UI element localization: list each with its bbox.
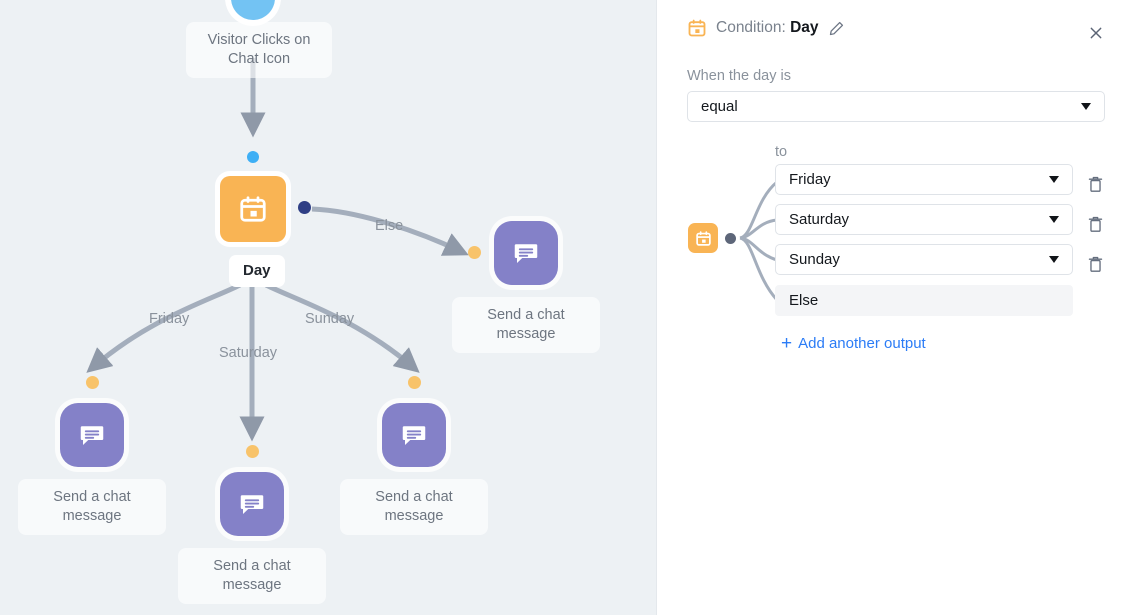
action-node-icon-else[interactable] xyxy=(494,221,558,285)
trash-icon xyxy=(1088,256,1102,272)
action-input-port-else[interactable] xyxy=(468,246,481,259)
else-output-field: Else xyxy=(775,285,1073,316)
output-select-value-0: Friday xyxy=(789,171,831,188)
action-node-icon-saturday[interactable] xyxy=(220,472,284,536)
edge-label-friday: Friday xyxy=(149,311,190,327)
calendar-icon xyxy=(688,19,706,37)
action-input-port-sunday[interactable] xyxy=(408,376,421,389)
trash-icon xyxy=(1088,216,1102,232)
add-another-output-button[interactable]: + Add another output xyxy=(781,333,926,354)
operator-select[interactable]: equal xyxy=(687,91,1105,122)
chat-message-icon xyxy=(402,426,426,445)
condition-node-label: Day xyxy=(229,255,285,287)
delete-output-button-2[interactable] xyxy=(1084,251,1106,277)
chat-message-icon xyxy=(240,495,264,514)
chevron-down-icon xyxy=(1081,103,1091,110)
condition-settings-panel: Condition: Day When the day is equal to xyxy=(656,0,1135,615)
action-node-caption-friday: Send a chat message xyxy=(18,479,166,535)
plus-icon: + xyxy=(781,333,793,354)
condition-output-port[interactable] xyxy=(298,201,311,214)
action-input-port-friday[interactable] xyxy=(86,376,99,389)
chevron-down-icon xyxy=(1049,256,1059,263)
panel-header: Condition: Day xyxy=(687,18,845,38)
panel-title-prefix: Condition: xyxy=(716,19,786,36)
panel-branch-port xyxy=(725,233,736,244)
panel-title: Condition: Day xyxy=(716,19,819,37)
edge-label-sunday: Sunday xyxy=(305,311,355,327)
chevron-down-icon xyxy=(1049,216,1059,223)
chevron-down-icon xyxy=(1049,176,1059,183)
calendar-icon xyxy=(695,230,711,246)
action-node-icon-friday[interactable] xyxy=(60,403,124,467)
action-node-caption-saturday: Send a chat message xyxy=(178,548,326,604)
chat-message-icon xyxy=(80,426,104,445)
action-node-caption-else: Send a chat message xyxy=(452,297,600,353)
panel-title-name: Day xyxy=(790,19,819,36)
operator-select-value: equal xyxy=(701,98,738,115)
edge-label-else: Else xyxy=(375,218,404,234)
pencil-icon xyxy=(829,21,843,35)
output-select-value-2: Sunday xyxy=(789,251,840,268)
flow-builder-app: Visitor Clicks on Chat Icon Day Else Fri… xyxy=(0,0,1135,615)
output-select-value-1: Saturday xyxy=(789,211,850,228)
action-node-caption-sunday: Send a chat message xyxy=(340,479,488,535)
output-select-0[interactable]: Friday xyxy=(775,164,1073,195)
add-another-output-label: Add another output xyxy=(798,335,926,352)
trash-icon xyxy=(1088,176,1102,192)
edit-condition-name-button[interactable] xyxy=(828,20,845,37)
action-node-icon-sunday[interactable] xyxy=(382,403,446,467)
edge-label-saturday: Saturday xyxy=(219,345,278,361)
condition-input-port[interactable] xyxy=(247,151,259,163)
chat-message-icon xyxy=(514,244,538,263)
condition-node-icon[interactable] xyxy=(220,176,286,242)
output-select-2[interactable]: Sunday xyxy=(775,244,1073,275)
action-input-port-saturday[interactable] xyxy=(246,445,259,458)
flow-canvas[interactable]: Visitor Clicks on Chat Icon Day Else Fri… xyxy=(0,0,656,615)
delete-output-button-0[interactable] xyxy=(1084,171,1106,197)
close-panel-button[interactable] xyxy=(1083,20,1109,46)
delete-output-button-1[interactable] xyxy=(1084,211,1106,237)
output-select-1[interactable]: Saturday xyxy=(775,204,1073,235)
trigger-node-caption: Visitor Clicks on Chat Icon xyxy=(186,22,332,78)
panel-condition-mini-node xyxy=(688,223,718,253)
close-icon xyxy=(1090,27,1102,39)
operator-field-label: When the day is xyxy=(687,68,791,84)
else-output-value: Else xyxy=(789,292,819,309)
calendar-icon xyxy=(240,196,266,222)
